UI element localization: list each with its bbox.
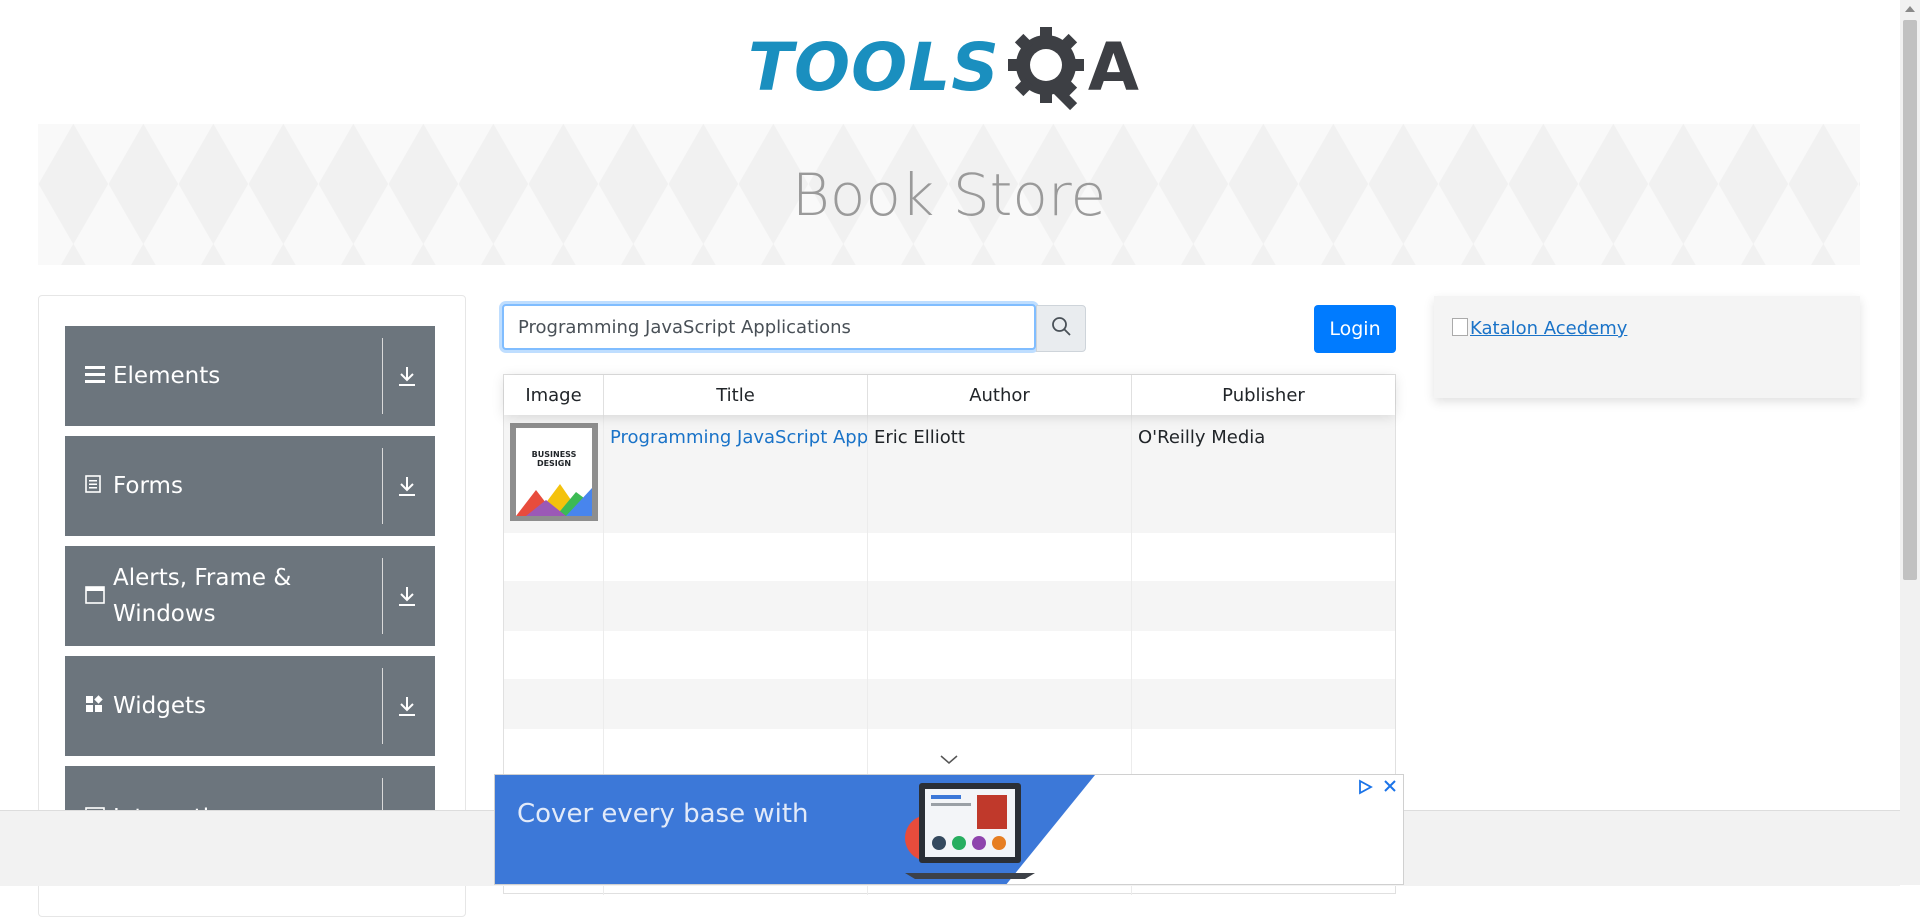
book-author: Eric Elliott — [868, 415, 1132, 533]
sidebar-group-label: Forms — [113, 473, 183, 499]
book-cover-image: BUSINESS DESIGN — [510, 423, 598, 521]
katalon-ad-alt: Katalon Acedemy — [1470, 318, 1628, 339]
download-icon[interactable] — [389, 656, 425, 756]
book-title-cell: Programming JavaScript App — [604, 415, 868, 533]
login-button[interactable]: Login — [1314, 305, 1396, 353]
search-button[interactable] — [1036, 305, 1086, 352]
table-row-empty — [504, 631, 1395, 679]
divider — [382, 448, 383, 524]
katalon-ad-link[interactable]: Katalon Acedemy — [1452, 318, 1627, 339]
ad-headline: Cover every base with — [517, 799, 809, 829]
divider — [382, 668, 383, 744]
book-publisher: O'Reilly Media — [1138, 427, 1266, 448]
table-row-empty — [504, 679, 1395, 729]
logo-suffix: A — [1087, 29, 1139, 106]
book-title-link[interactable]: Programming JavaScript App — [610, 427, 867, 448]
hamburger-icon — [85, 358, 107, 394]
search-icon — [1051, 316, 1071, 341]
column-header-title[interactable]: Title — [604, 375, 868, 415]
column-header-publisher[interactable]: Publisher — [1132, 375, 1395, 415]
window-icon — [85, 579, 107, 615]
ad-controls — [1357, 779, 1397, 800]
site-logo[interactable]: TOOLS A — [748, 18, 1154, 118]
page-banner: Book Store — [38, 124, 1860, 265]
download-icon[interactable] — [389, 546, 425, 646]
gear-magnifier-icon — [1004, 23, 1094, 113]
cover-title: BUSINESS DESIGN — [531, 450, 577, 468]
sidebar-group-widgets[interactable]: Widgets — [65, 656, 435, 756]
laptop-image — [905, 781, 1035, 881]
column-header-image[interactable]: Image — [504, 375, 604, 415]
divider — [382, 558, 383, 634]
bottom-ad-banner[interactable]: Cover every base with — [494, 774, 1404, 885]
scroll-up-icon[interactable] — [1905, 6, 1915, 12]
divider — [382, 338, 383, 414]
table-row: BUSINESS DESIGN Programming JavaScript A… — [504, 415, 1395, 533]
search-input[interactable] — [502, 304, 1036, 350]
sidebar-group-label: Widgets — [113, 693, 206, 719]
sidebar-group-label: Elements — [113, 363, 221, 389]
sidebar-group-elements[interactable]: Elements — [65, 326, 435, 426]
page-title: Book Store — [791, 160, 1107, 229]
sidebar-group-alerts[interactable]: Alerts, Frame & Windows — [65, 546, 435, 646]
download-icon[interactable] — [389, 436, 425, 536]
logo-text: TOOLS — [748, 29, 1000, 106]
broken-image-icon — [1452, 318, 1468, 336]
chevron-down-icon[interactable] — [940, 752, 958, 768]
widgets-icon — [85, 688, 107, 724]
table-row-empty — [504, 581, 1395, 631]
download-icon[interactable] — [389, 326, 425, 426]
scroll-thumb[interactable] — [1903, 20, 1917, 580]
table-row-empty — [504, 533, 1395, 581]
close-icon[interactable] — [1383, 779, 1397, 800]
column-header-author[interactable]: Author — [868, 375, 1132, 415]
sidebar-group-forms[interactable]: Forms — [65, 436, 435, 536]
sidebar-group-label: Alerts, Frame & Windows — [113, 565, 292, 627]
ad-panel: Katalon Acedemy — [1434, 296, 1860, 398]
adchoices-icon[interactable] — [1357, 779, 1373, 800]
table-header: Image Title Author Publisher — [504, 375, 1395, 415]
document-icon — [85, 468, 107, 504]
page-scrollbar[interactable] — [1900, 0, 1920, 885]
book-cover: BUSINESS DESIGN — [504, 415, 604, 533]
